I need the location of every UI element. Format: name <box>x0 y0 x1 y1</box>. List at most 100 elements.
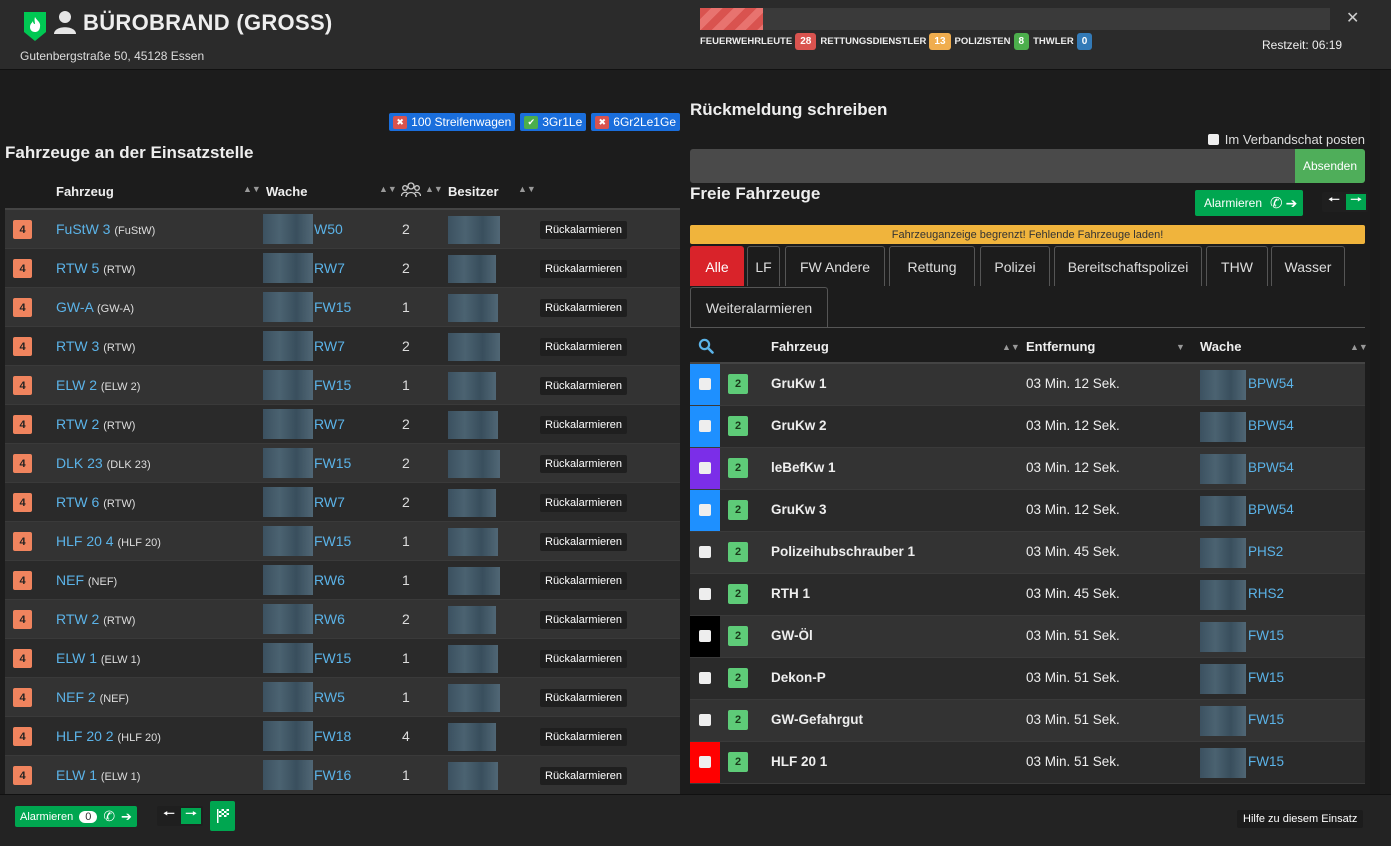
free-vehicle-row[interactable]: 2 Dekon-P 03 Min. 51 Sek. FW15 <box>690 658 1365 700</box>
recall-button[interactable]: Rückalarmieren <box>540 572 628 590</box>
station-link[interactable]: FW15 <box>314 533 351 549</box>
vehicle-link[interactable]: RTW 2 (RTW) <box>56 611 135 627</box>
station-link[interactable]: RW6 <box>314 572 345 588</box>
recall-button[interactable]: Rückalarmieren <box>540 611 628 629</box>
recall-button[interactable]: Rückalarmieren <box>540 299 628 317</box>
station-link[interactable]: BPW54 <box>1248 376 1294 391</box>
tab-bereitschaftspolizei[interactable]: Bereitschaftspolizei <box>1054 246 1202 286</box>
vehicle-link[interactable]: RTW 2 (RTW) <box>56 416 135 432</box>
close-icon[interactable]: ✕ <box>1346 8 1359 28</box>
finish-flag-button[interactable] <box>210 801 235 831</box>
station-link[interactable]: FW15 <box>1248 628 1284 643</box>
vehicle-select-checkbox[interactable] <box>699 630 711 642</box>
station-link[interactable]: RW7 <box>314 494 345 510</box>
sort-desc-icon[interactable]: ▼ <box>1176 342 1185 352</box>
vehicle-row[interactable]: 4 RTW 5 (RTW) RW7 2 Rückalarmieren <box>5 249 680 288</box>
station-link[interactable]: RW6 <box>314 611 345 627</box>
vehicle-link[interactable]: ELW 1 (ELW 1) <box>56 767 140 783</box>
station-link[interactable]: FW15 <box>314 377 351 393</box>
station-link[interactable]: BPW54 <box>1248 418 1294 433</box>
vehicle-link[interactable]: NEF (NEF) <box>56 572 117 588</box>
recall-button[interactable]: Rückalarmieren <box>540 650 628 668</box>
vehicle-select-checkbox[interactable] <box>699 714 711 726</box>
recall-button[interactable]: Rückalarmieren <box>540 689 628 707</box>
column-header-distance[interactable]: Entfernung <box>1026 339 1095 354</box>
recall-button[interactable]: Rückalarmieren <box>540 377 628 395</box>
column-header-vehicle[interactable]: Fahrzeug <box>56 184 114 199</box>
station-link[interactable]: FW15 <box>314 299 351 315</box>
alarm-button[interactable]: Alarmieren ✆ ➔ <box>1195 190 1304 216</box>
vehicle-select-checkbox[interactable] <box>699 504 711 516</box>
vehicle-link[interactable]: RTW 6 (RTW) <box>56 494 135 510</box>
column-header-station[interactable]: Wache <box>1200 339 1241 354</box>
sort-icon[interactable]: ▲▼ <box>1350 342 1368 352</box>
sort-icon[interactable]: ▲▼ <box>518 184 536 194</box>
column-header-station[interactable]: Wache <box>266 184 307 199</box>
recall-button[interactable]: Rückalarmieren <box>540 338 628 356</box>
alliance-chat-checkbox[interactable] <box>1207 134 1219 145</box>
vehicle-link[interactable]: HLF 20 4 (HLF 20) <box>56 533 161 549</box>
vehicle-row[interactable]: 4 NEF 2 (NEF) RW5 1 Rückalarmieren <box>5 678 680 717</box>
search-icon[interactable] <box>698 338 714 357</box>
requirement-tag[interactable]: ✖ 6Gr2Le1Ge <box>591 113 680 131</box>
tab-thw[interactable]: THW <box>1206 246 1268 286</box>
station-link[interactable]: PHS2 <box>1248 544 1283 559</box>
vehicle-row[interactable]: 4 RTW 6 (RTW) RW7 2 Rückalarmieren <box>5 483 680 522</box>
vehicle-select-checkbox[interactable] <box>699 420 711 432</box>
vehicle-link[interactable]: RTW 3 (RTW) <box>56 338 135 354</box>
recall-button[interactable]: Rückalarmieren <box>540 221 628 239</box>
vehicle-link[interactable]: GW-A (GW-A) <box>56 299 134 315</box>
station-link[interactable]: W50 <box>314 221 343 237</box>
station-link[interactable]: RHS2 <box>1248 586 1284 601</box>
vehicle-limit-warning[interactable]: Fahrzeuganzeige begrenzt! Fehlende Fahrz… <box>690 225 1365 244</box>
requirement-tag[interactable]: ✔ 3Gr1Le <box>520 113 587 131</box>
station-link[interactable]: BPW54 <box>1248 502 1294 517</box>
vehicle-row[interactable]: 4 RTW 2 (RTW) RW7 2 Rückalarmieren <box>5 405 680 444</box>
recall-button[interactable]: Rückalarmieren <box>540 533 628 551</box>
vehicle-row[interactable]: 4 NEF (NEF) RW6 1 Rückalarmieren <box>5 561 680 600</box>
vehicle-select-checkbox[interactable] <box>699 756 711 768</box>
vehicle-select-checkbox[interactable] <box>699 672 711 684</box>
vehicle-row[interactable]: 4 HLF 20 4 (HLF 20) FW15 1 Rückalarmieren <box>5 522 680 561</box>
station-link[interactable]: FW15 <box>314 455 351 471</box>
vehicle-row[interactable]: 4 ELW 1 (ELW 1) FW15 1 Rückalarmieren <box>5 639 680 678</box>
vehicle-link[interactable]: NEF 2 (NEF) <box>56 689 129 705</box>
free-vehicle-row[interactable]: 2 GruKw 1 03 Min. 12 Sek. BPW54 <box>690 364 1365 406</box>
people-icon[interactable] <box>400 181 422 202</box>
vehicle-row[interactable]: 4 FuStW 3 (FuStW) W50 2 Rückalarmieren <box>5 210 680 249</box>
station-link[interactable]: BPW54 <box>1248 460 1294 475</box>
free-vehicle-row[interactable]: 2 GruKw 3 03 Min. 12 Sek. BPW54 <box>690 490 1365 532</box>
station-link[interactable]: RW7 <box>314 338 345 354</box>
vehicle-link[interactable]: HLF 20 2 (HLF 20) <box>56 728 161 744</box>
vehicle-row[interactable]: 4 RTW 2 (RTW) RW6 2 Rückalarmieren <box>5 600 680 639</box>
recall-button[interactable]: Rückalarmieren <box>540 260 628 278</box>
recall-button[interactable]: Rückalarmieren <box>540 416 628 434</box>
vehicle-link[interactable]: RTW 5 (RTW) <box>56 260 135 276</box>
recall-button[interactable]: Rückalarmieren <box>540 494 628 512</box>
sort-icon[interactable]: ▲▼ <box>243 184 261 194</box>
tab-weiteralarmieren[interactable]: Weiteralarmieren <box>690 287 828 327</box>
alarm-button-footer[interactable]: Alarmieren 0 ✆ ➔ <box>15 806 137 827</box>
mission-help-button[interactable]: Hilfe zu diesem Einsatz <box>1237 810 1364 828</box>
next-mission-button[interactable]: 🠐 🠒 <box>1322 192 1368 212</box>
sort-icon[interactable]: ▲▼ <box>379 184 397 194</box>
vehicle-link[interactable]: DLK 23 (DLK 23) <box>56 455 151 471</box>
free-vehicle-row[interactable]: 2 GW-Gefahrgut 03 Min. 51 Sek. FW15 <box>690 700 1365 742</box>
free-vehicle-row[interactable]: 2 HLF 20 1 03 Min. 51 Sek. FW15 <box>690 742 1365 784</box>
station-link[interactable]: FW16 <box>314 767 351 783</box>
column-header-vehicle[interactable]: Fahrzeug <box>771 339 829 354</box>
sort-icon[interactable]: ▲▼ <box>1002 342 1020 352</box>
tab-wasser[interactable]: Wasser <box>1271 246 1345 286</box>
feedback-input[interactable] <box>690 149 1295 183</box>
tab-lf[interactable]: LF <box>747 246 780 286</box>
tab-polizei[interactable]: Polizei <box>980 246 1050 286</box>
vehicle-select-checkbox[interactable] <box>699 378 711 390</box>
station-link[interactable]: FW18 <box>314 728 351 744</box>
vehicle-link[interactable]: ELW 1 (ELW 1) <box>56 650 140 666</box>
station-link[interactable]: FW15 <box>1248 670 1284 685</box>
station-link[interactable]: RW7 <box>314 416 345 432</box>
station-link[interactable]: FW15 <box>1248 712 1284 727</box>
alliance-chat-option[interactable]: Im Verbandschat posten <box>1207 132 1365 147</box>
vehicle-row[interactable]: 4 ELW 1 (ELW 1) FW16 1 Rückalarmieren <box>5 756 680 795</box>
free-vehicle-row[interactable]: 2 RTH 1 03 Min. 45 Sek. RHS2 <box>690 574 1365 616</box>
